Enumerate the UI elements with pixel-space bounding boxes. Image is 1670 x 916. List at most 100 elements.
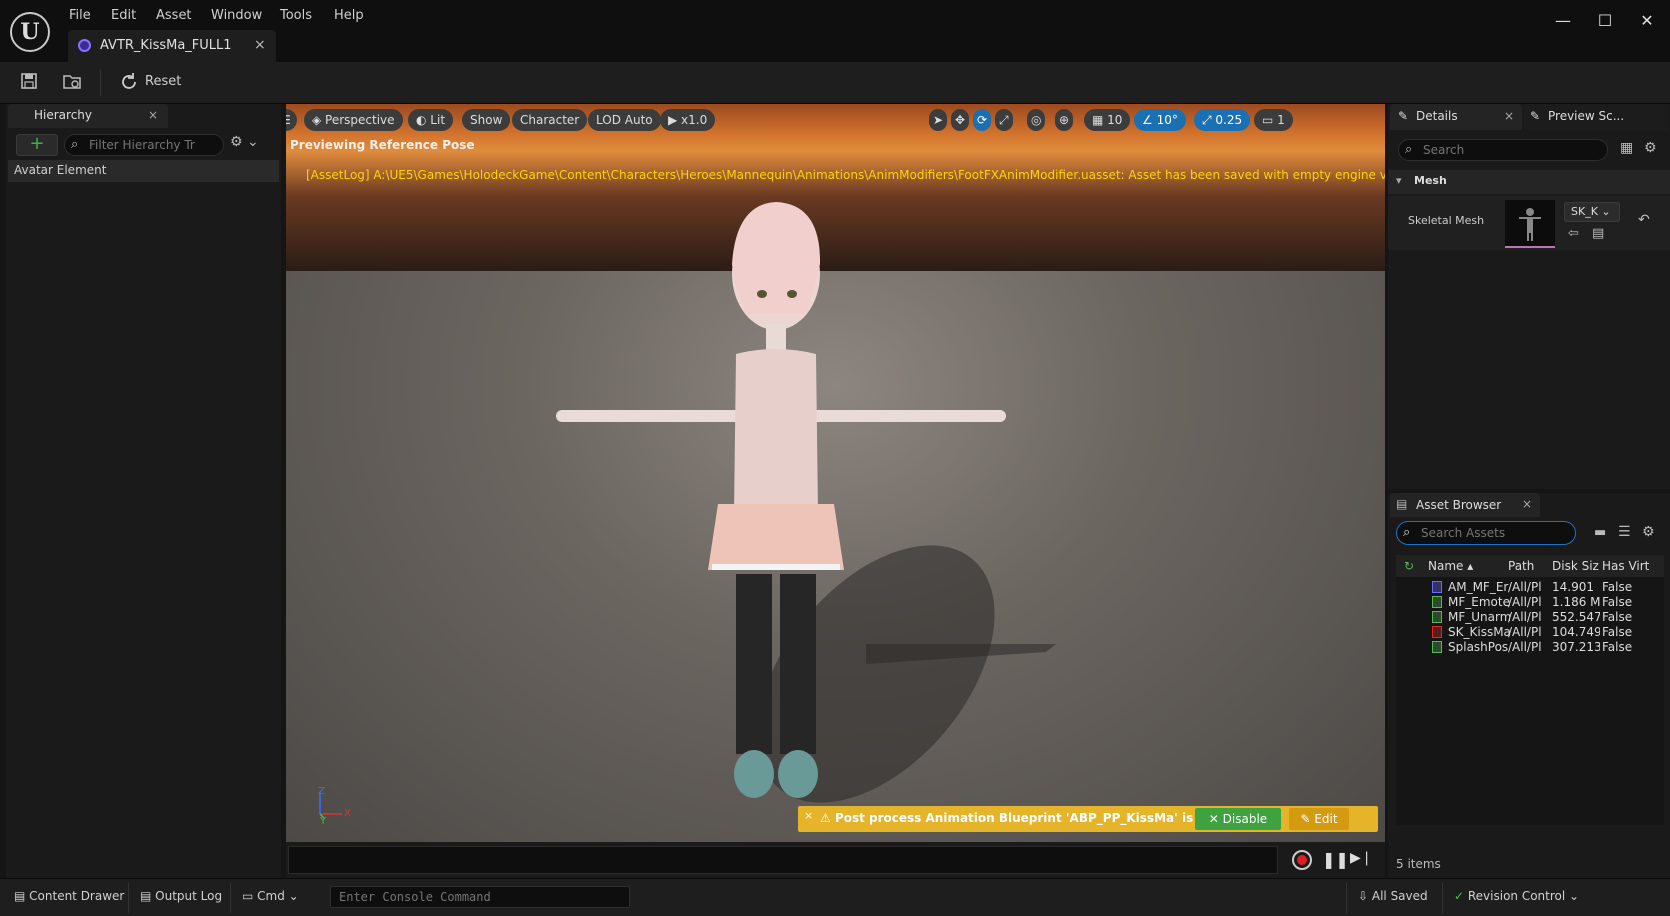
perspective-button[interactable]: ◈ Perspective xyxy=(304,109,403,131)
skeletal-mesh-dropdown[interactable]: SK_K ⌄ xyxy=(1564,202,1620,222)
asset-search[interactable]: ⌕ xyxy=(1396,521,1576,545)
unreal-logo-icon[interactable]: U xyxy=(10,12,50,52)
table-view-icon[interactable]: ▦ xyxy=(1620,140,1633,156)
hierarchy-settings-icon[interactable]: ⚙ ⌄ xyxy=(230,134,259,150)
menu-window[interactable]: Window xyxy=(211,7,262,25)
asset-path-cell: /All/Pl xyxy=(1508,580,1542,594)
pause-icon[interactable]: ❚❚ xyxy=(1322,850,1349,869)
column-path[interactable]: Path xyxy=(1508,559,1548,573)
lod-button[interactable]: LOD Auto xyxy=(588,109,661,131)
use-selected-icon[interactable]: ⇦ xyxy=(1568,226,1579,241)
table-row[interactable]: MF_Unarm/All/Pl 552.547 False xyxy=(1396,609,1664,625)
table-row[interactable]: SK_KissMa/All/Pl 104.749 False xyxy=(1396,624,1664,640)
menu-asset[interactable]: Asset xyxy=(156,7,192,25)
avatar-asset-icon xyxy=(78,39,91,52)
record-icon[interactable] xyxy=(1292,850,1312,870)
rotate-mode-icon[interactable]: ⟳ xyxy=(973,109,992,131)
maximize-icon[interactable]: ☐ xyxy=(1594,10,1616,32)
all-saved-button[interactable]: ⇩ All Saved xyxy=(1358,889,1428,903)
menu-file[interactable]: File xyxy=(69,7,91,25)
hierarchy-filter[interactable]: ⌕ xyxy=(64,134,224,156)
coordinate-space-icon[interactable]: ◎ xyxy=(1027,109,1046,131)
mesh-thumbnail[interactable] xyxy=(1505,200,1555,248)
reset-button[interactable]: Reset xyxy=(145,74,181,89)
hierarchy-tab[interactable]: Hierarchy × xyxy=(8,104,168,128)
reset-icon[interactable] xyxy=(118,72,140,94)
viewport-log-message: [AssetLog] A:\UE5\Games\HolodeckGame\Con… xyxy=(306,168,1385,182)
lit-button[interactable]: ◐ Lit xyxy=(408,109,454,131)
surface-snap-icon[interactable]: ⊕ xyxy=(1055,109,1074,131)
filter-icon[interactable]: ☰ xyxy=(1618,524,1631,540)
cmd-button[interactable]: ▭ Cmd ⌄ xyxy=(242,889,299,903)
details-search-input[interactable] xyxy=(1423,142,1603,158)
column-has-virtual[interactable]: Has Virt xyxy=(1602,559,1662,573)
details-tab[interactable]: ✎ Details × xyxy=(1390,104,1522,130)
hierarchy-filter-input[interactable] xyxy=(89,137,219,153)
scale-snap-button[interactable]: ⤢ 0.25 xyxy=(1194,109,1251,131)
asset-browser-close-icon[interactable]: × xyxy=(1522,497,1532,511)
rotation-snap-button[interactable]: ∠ 10° xyxy=(1134,109,1186,131)
grid-snap-button[interactable]: ▦ 10 xyxy=(1084,109,1131,131)
play-speed-button[interactable]: ▶ x1.0 xyxy=(660,109,716,131)
details-search[interactable]: ⌕ xyxy=(1398,139,1608,161)
add-element-button[interactable]: + xyxy=(16,134,58,156)
show-button[interactable]: Show xyxy=(462,109,511,131)
preview-scene-tab[interactable]: ✎ Preview Sc... xyxy=(1524,104,1668,130)
character-preview[interactable] xyxy=(536,174,1136,842)
column-disk-size[interactable]: Disk Siz xyxy=(1552,559,1600,573)
menu-tools[interactable]: Tools xyxy=(280,7,312,25)
asset-file-icon xyxy=(1432,596,1442,608)
document-tab[interactable]: AVTR_KissMa_FULL1 × xyxy=(68,30,276,62)
timeline-track[interactable] xyxy=(288,846,1278,874)
disable-button[interactable]: ✕ Disable xyxy=(1195,808,1281,830)
asset-name-cell: SplashPos xyxy=(1448,640,1509,654)
document-tab-close-icon[interactable]: × xyxy=(254,37,266,53)
column-name[interactable]: Name ▴ xyxy=(1428,559,1506,573)
hierarchy-close-icon[interactable]: × xyxy=(148,108,158,122)
asset-settings-icon[interactable]: ⚙ xyxy=(1642,524,1655,540)
edit-button[interactable]: ✎ Edit xyxy=(1289,808,1349,830)
output-log-button[interactable]: ▤ Output Log xyxy=(140,889,222,903)
save-icon[interactable] xyxy=(18,72,40,94)
details-settings-icon[interactable]: ⚙ xyxy=(1644,140,1657,156)
camera-speed-button[interactable]: ▭ 1 xyxy=(1254,109,1293,131)
content-drawer-button[interactable]: ▤ Content Drawer xyxy=(14,889,124,903)
asset-browser-tab[interactable]: ▤ Asset Browser × xyxy=(1390,493,1540,517)
step-forward-icon[interactable]: ▶❘ xyxy=(1350,850,1373,866)
viewport[interactable]: ☰ ◈ Perspective ◐ Lit Show Character LOD… xyxy=(286,104,1385,842)
pencil-icon: ✎ xyxy=(1530,109,1541,123)
asset-search-input[interactable] xyxy=(1421,525,1571,541)
console-command[interactable] xyxy=(330,886,630,908)
folder-icon[interactable]: ▬ xyxy=(1594,525,1606,540)
mesh-section-header[interactable]: ▾ Mesh xyxy=(1388,170,1670,194)
select-mode-icon[interactable]: ➤ xyxy=(929,109,948,131)
details-close-icon[interactable]: × xyxy=(1504,109,1514,123)
viewport-status-label: Previewing Reference Pose xyxy=(290,138,475,152)
table-row[interactable]: MF_Emote/All/Pl 1.186 M False xyxy=(1396,594,1664,610)
translate-mode-icon[interactable]: ✥ xyxy=(951,109,970,131)
search-icon: ⌕ xyxy=(71,137,79,152)
notification-close-icon[interactable]: × xyxy=(804,809,813,822)
scale-mode-icon[interactable]: ⤢ xyxy=(995,109,1013,131)
browse-to-asset-icon[interactable] xyxy=(61,72,83,94)
menu-help[interactable]: Help xyxy=(334,7,364,25)
character-button[interactable]: Character xyxy=(512,109,588,131)
console-input[interactable] xyxy=(339,889,619,905)
minimize-icon[interactable]: — xyxy=(1552,10,1574,32)
notification-banner: × ⚠ Post process Animation Blueprint 'AB… xyxy=(798,806,1378,832)
asset-size-cell: 307.213 xyxy=(1552,640,1600,654)
sync-icon[interactable]: ↻ xyxy=(1404,559,1414,573)
rotation-snap-value: 10° xyxy=(1156,113,1178,127)
hierarchy-item[interactable]: Avatar Element xyxy=(8,160,279,182)
menu-edit[interactable]: Edit xyxy=(111,7,136,25)
reset-to-default-icon[interactable]: ↶ xyxy=(1638,212,1650,228)
table-row[interactable]: AM_MF_Er/All/Pl 14.901 False xyxy=(1396,579,1664,595)
asset-browser-icon: ▤ xyxy=(1396,497,1408,511)
revision-control-label: Revision Control xyxy=(1467,889,1566,903)
revision-control-button[interactable]: ✓ Revision Control ⌄ xyxy=(1454,889,1579,903)
table-row[interactable]: SplashPos/All/Pl 307.213 False xyxy=(1396,639,1664,655)
asset-virt-cell: False xyxy=(1602,610,1633,624)
close-window-icon[interactable]: ✕ xyxy=(1636,10,1658,32)
asset-virt-cell: False xyxy=(1602,640,1633,654)
browse-icon[interactable]: ▤ xyxy=(1592,226,1604,241)
